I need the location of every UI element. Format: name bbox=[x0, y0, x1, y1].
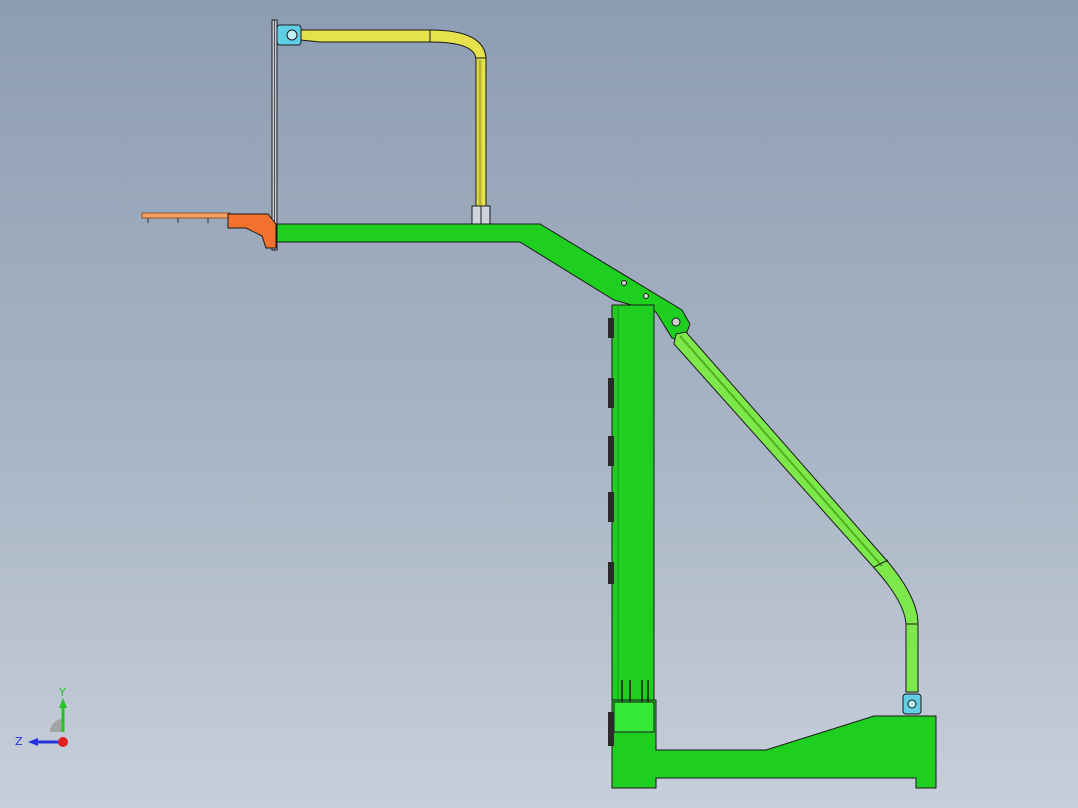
pivot-bolt bbox=[671, 317, 681, 327]
graphics-viewport[interactable]: Y Z bbox=[0, 0, 1078, 808]
z-axis-label: Z bbox=[15, 735, 23, 748]
pivot-bolt bbox=[621, 280, 627, 286]
y-axis-label: Y bbox=[58, 686, 66, 699]
base-frame[interactable] bbox=[608, 680, 937, 789]
pivot-bolt bbox=[643, 293, 649, 299]
rim-bracket[interactable] bbox=[227, 213, 277, 249]
upper-hinge[interactable] bbox=[276, 24, 302, 46]
x-axis-dot-icon bbox=[58, 737, 68, 747]
view-triad[interactable]: Y Z bbox=[10, 684, 80, 754]
lower-hinge[interactable] bbox=[902, 693, 922, 715]
z-axis-arrowhead-icon bbox=[28, 738, 38, 746]
backboard[interactable] bbox=[271, 19, 278, 251]
triad-arc-icon bbox=[50, 719, 63, 732]
rim[interactable] bbox=[141, 212, 231, 223]
main-post[interactable] bbox=[608, 304, 655, 701]
upper-arm[interactable] bbox=[300, 29, 491, 225]
diagonal-brace[interactable] bbox=[673, 331, 919, 693]
y-axis-arrowhead-icon bbox=[59, 698, 67, 708]
basketball-stand-model[interactable] bbox=[0, 0, 1078, 808]
